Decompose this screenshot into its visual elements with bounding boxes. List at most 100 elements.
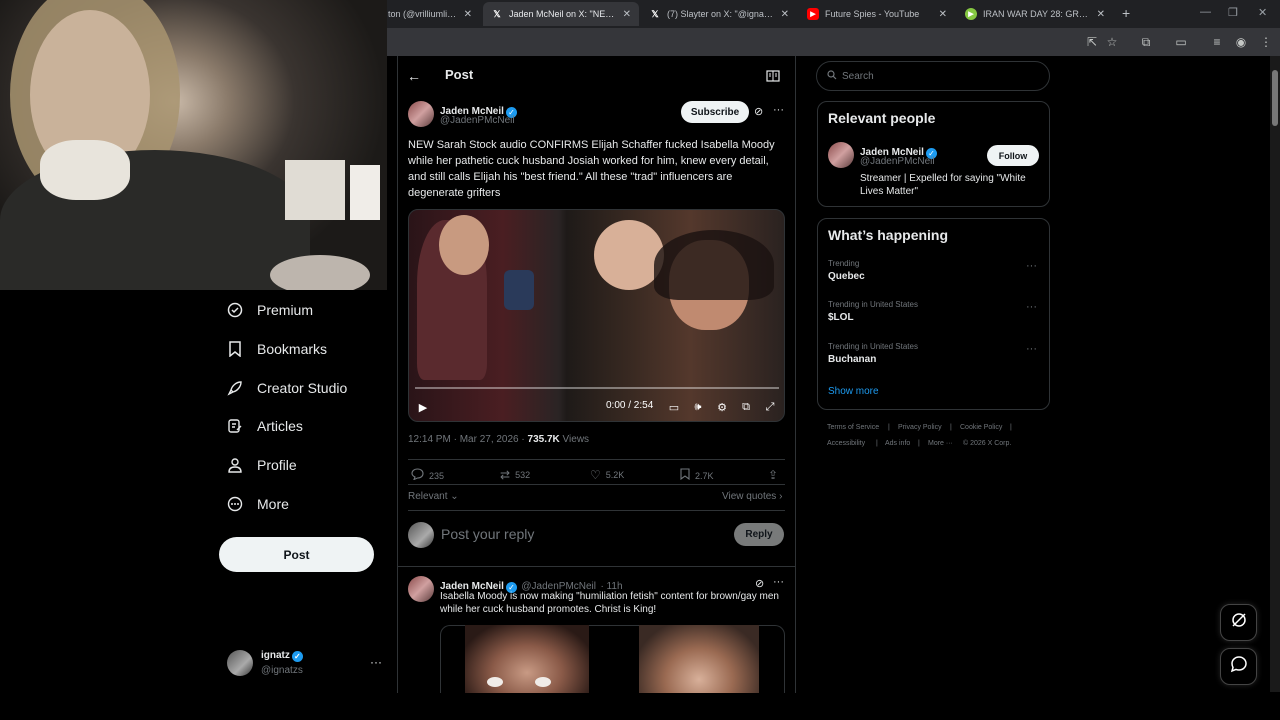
footer-link[interactable]: Accessibility (827, 440, 865, 447)
browser-tab-active[interactable]: 𝕏 Jaden McNeil on X: "NEW Sarah ✕ (483, 2, 639, 26)
nav-item-premium[interactable]: Premium (226, 297, 313, 323)
close-icon[interactable]: ✕ (1097, 9, 1105, 20)
more-options-icon[interactable]: ··· (773, 576, 784, 588)
footer-copyright: © 2026 X Corp. (963, 440, 1012, 447)
footer-link[interactable]: Cookie Policy (960, 424, 1002, 431)
account-handle: @ignatzs (261, 665, 303, 676)
fullscreen-icon[interactable]: ⤢ (763, 400, 777, 414)
view-quotes-link[interactable]: View quotes › (722, 491, 782, 502)
nav-item-bookmarks[interactable]: Bookmarks (226, 336, 327, 362)
chevron-right-icon: › (776, 491, 783, 502)
extensions-icon[interactable]: ⧉ (1138, 34, 1154, 50)
trend-more-icon[interactable]: ··· (1026, 301, 1037, 313)
nav-item-articles[interactable]: Articles (226, 413, 303, 439)
browser-tab[interactable]: ▶ IRAN WAR DAY 28: GROUND IN ✕ (957, 2, 1113, 26)
reply-button[interactable]: Reply (734, 523, 784, 546)
reply-action[interactable]: 235 (411, 468, 444, 483)
author-handle[interactable]: @JadenPMcNeil (440, 115, 515, 126)
account-avatar[interactable] (227, 650, 253, 676)
grok-icon[interactable]: ⊘ (754, 105, 763, 118)
person-handle[interactable]: @JadenPMcNeil (860, 156, 935, 167)
install-app-icon[interactable]: ⇱ (1084, 34, 1100, 50)
media-control-icon[interactable]: ≡ (1209, 34, 1225, 50)
browser-menu-icon[interactable]: ⋮ (1258, 34, 1274, 50)
trend-item[interactable]: $LOL (828, 312, 854, 323)
rocket-icon (226, 379, 244, 397)
browser-tab[interactable]: ton (@vrilliumlive) / ✕ (380, 2, 480, 26)
trend-item[interactable]: Buchanan (828, 354, 876, 365)
video-player[interactable] (408, 209, 785, 422)
search-icon (827, 69, 837, 83)
trend-item[interactable]: Quebec (828, 271, 865, 282)
author-avatar[interactable] (408, 101, 434, 127)
reply-author-avatar[interactable] (408, 576, 434, 602)
repost-action[interactable]: ⇄ 532 (500, 468, 530, 482)
footer-link[interactable]: Ads info (885, 440, 910, 447)
reading-list-icon[interactable]: ▭ (1173, 34, 1189, 50)
messages-button[interactable] (1220, 648, 1257, 685)
reply-input[interactable]: Post your reply (441, 526, 534, 542)
volume-icon[interactable]: 🕪 (691, 400, 705, 414)
new-tab-button[interactable]: + (1122, 5, 1130, 21)
back-arrow-icon[interactable]: ← (407, 68, 421, 84)
video-progress-bar[interactable] (415, 387, 779, 389)
restore-icon[interactable]: ❐ (1228, 6, 1238, 19)
grok-icon (1230, 611, 1248, 634)
nav-item-more[interactable]: More (226, 491, 289, 517)
person-icon (226, 456, 244, 474)
post-button[interactable]: Post (219, 537, 374, 572)
account-switcher[interactable]: ignatz ✓ (261, 650, 303, 662)
nav-item-creator-studio[interactable]: Creator Studio (226, 375, 347, 401)
play-icon[interactable]: ▶ (416, 400, 430, 414)
sort-relevant[interactable]: Relevant ⌄ (408, 491, 459, 502)
media-image[interactable] (639, 625, 759, 693)
follow-button[interactable]: Follow (987, 145, 1039, 166)
profile-icon[interactable]: ◉ (1233, 34, 1249, 50)
bookmark-action[interactable]: 2.7K (680, 468, 714, 483)
grok-icon[interactable]: ⊘ (755, 577, 764, 590)
close-icon[interactable]: ✕ (464, 9, 472, 20)
more-options-icon[interactable]: ··· (773, 104, 784, 116)
window-close-icon[interactable]: ✕ (1258, 6, 1267, 19)
share-action[interactable]: ⇪ (768, 468, 783, 482)
browser-tab[interactable]: ▶ Future Spies - YouTube ✕ (799, 2, 955, 26)
close-icon[interactable]: ✕ (939, 9, 947, 20)
nav-item-profile[interactable]: Profile (226, 452, 297, 478)
composer-avatar (408, 522, 434, 548)
grok-button[interactable] (1220, 604, 1257, 641)
post-timestamp[interactable]: 12:14 PM · Mar 27, 2026 · (408, 434, 528, 445)
close-icon[interactable]: ✕ (623, 9, 631, 20)
tab-title: (7) Slayter on X: "@ignatzs Peo (667, 9, 775, 19)
media-image[interactable] (465, 625, 589, 693)
person-avatar[interactable] (828, 142, 854, 168)
popout-icon[interactable]: ⧉ (739, 400, 753, 414)
more-circle-icon (226, 495, 244, 513)
settings-icon[interactable]: ⚙ (715, 400, 729, 414)
footer-link[interactable]: Privacy Policy (898, 424, 942, 431)
search-input[interactable]: Search (842, 71, 874, 82)
reader-mode-icon[interactable] (766, 69, 780, 87)
footer-link[interactable]: Terms of Service (827, 424, 879, 431)
subscribe-button[interactable]: Subscribe (681, 101, 749, 123)
trend-more-icon[interactable]: ··· (1026, 260, 1037, 272)
show-more-link[interactable]: Show more (828, 386, 879, 397)
trend-more-icon[interactable]: ··· (1026, 343, 1037, 355)
scrollbar-track[interactable] (1270, 56, 1280, 692)
star-icon[interactable]: ☆ (1104, 34, 1120, 50)
footer-separator: | (1010, 424, 1012, 431)
tab-title: Future Spies - YouTube (825, 9, 920, 19)
close-icon[interactable]: ✕ (781, 9, 789, 20)
tab-title: IRAN WAR DAY 28: GROUND IN (983, 9, 1091, 19)
nav-label: Bookmarks (257, 341, 328, 357)
footer-link[interactable]: More ··· (928, 440, 953, 447)
browser-tab[interactable]: 𝕏 (7) Slayter on X: "@ignatzs Peo ✕ (641, 2, 797, 26)
webcam-overlay (0, 0, 387, 290)
account-more-icon[interactable]: ··· (370, 655, 382, 669)
scrollbar-thumb[interactable] (1272, 70, 1278, 126)
minimize-icon[interactable]: — (1200, 6, 1211, 18)
chevron-down-icon: ⌄ (447, 491, 459, 502)
search-bar[interactable]: Search (816, 61, 1050, 91)
like-action[interactable]: ♡ 5.2K (590, 468, 624, 482)
captions-icon[interactable]: ▭ (667, 400, 681, 414)
footer-separator: | (950, 424, 952, 431)
